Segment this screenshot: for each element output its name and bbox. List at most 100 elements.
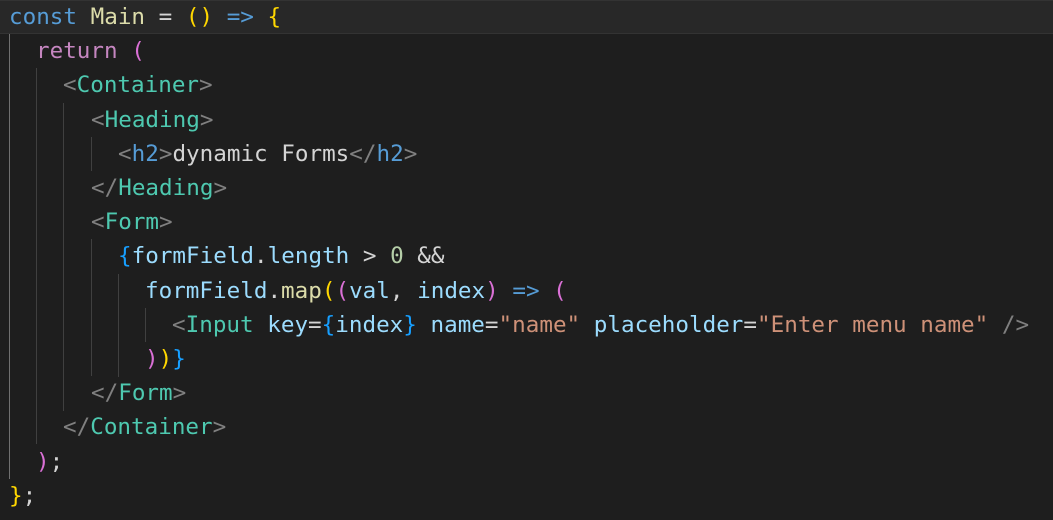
code-text: <Container> (63, 68, 213, 102)
code-token: { (321, 312, 336, 338)
code-token: Input (185, 312, 254, 338)
code-token: Form (118, 380, 173, 406)
code-token: index (335, 312, 404, 338)
code-token: , (389, 278, 418, 304)
code-line[interactable]: <Form> (0, 205, 1053, 239)
code-line[interactable]: </Form> (0, 376, 1053, 410)
code-token: < (63, 72, 77, 98)
code-token: { (267, 4, 282, 30)
code-token: } (9, 483, 23, 509)
code-line[interactable]: formField.map((val, index) => ( (0, 274, 1053, 308)
code-editor[interactable]: const Main = () => {return (<Container> <… (0, 0, 1053, 520)
code-text: ); (36, 445, 63, 479)
code-token: "Enter menu name" (757, 312, 989, 338)
code-token: Container (90, 414, 213, 440)
code-token: h2 (131, 141, 159, 167)
code-token: = (743, 312, 758, 338)
code-token: </ (91, 175, 119, 201)
code-token: > (199, 107, 214, 133)
code-token: ( (321, 278, 336, 304)
code-token: = (484, 312, 499, 338)
code-token: ) (158, 346, 173, 372)
code-token: = (145, 4, 186, 30)
code-token: > (349, 243, 391, 269)
code-line[interactable]: </Heading> (0, 171, 1053, 205)
code-token: ( (185, 4, 200, 30)
code-token: Heading (118, 175, 214, 201)
code-token: formField (145, 278, 268, 304)
code-token: formField (131, 243, 255, 269)
code-token: const (9, 4, 78, 30)
code-token: => (512, 278, 540, 304)
code-token: = (308, 312, 322, 338)
code-line[interactable]: <Input key={index} name="name" placehold… (0, 308, 1053, 342)
code-token: ) (199, 4, 214, 30)
code-token: key (267, 312, 309, 338)
code-text: {formField.length > 0 && (118, 239, 445, 273)
code-token: Heading (104, 107, 200, 133)
code-token: < (91, 209, 105, 235)
code-text: ))} (145, 342, 186, 376)
code-token: Form (104, 209, 160, 235)
code-token: Main (90, 4, 146, 30)
code-token: name (430, 312, 485, 338)
code-token: dynamic Forms (172, 141, 350, 167)
code-token: </ (63, 414, 91, 440)
code-line[interactable]: <h2>dynamic Forms</h2> (0, 137, 1053, 171)
code-token: > (159, 209, 173, 235)
code-token: </ (91, 380, 119, 406)
code-token: return (36, 38, 118, 64)
code-token: < (91, 107, 105, 133)
code-token: => (226, 4, 254, 30)
code-token: > (403, 141, 418, 167)
code-token: ( (335, 278, 350, 304)
code-token: > (172, 380, 187, 406)
code-token: length (267, 243, 350, 269)
code-line[interactable]: ); (0, 445, 1053, 479)
code-token: val (349, 278, 390, 304)
code-token: > (212, 414, 227, 440)
code-line[interactable]: {formField.length > 0 && (0, 239, 1053, 273)
code-text: </Heading> (91, 171, 227, 205)
code-line[interactable]: <Container> (0, 68, 1053, 102)
code-token: > (158, 141, 173, 167)
code-line[interactable]: const Main = () => { (0, 0, 1053, 34)
code-line[interactable]: <Heading> (0, 103, 1053, 137)
code-token: </ (349, 141, 377, 167)
code-token: ; (49, 449, 64, 475)
code-text: <h2>dynamic Forms</h2> (118, 137, 417, 171)
code-token: . (267, 278, 282, 304)
code-token: ) (36, 449, 50, 475)
code-token: "name" (498, 312, 581, 338)
code-text: const Main = () => { (9, 0, 281, 34)
code-token: { (118, 243, 132, 269)
code-token: . (254, 243, 268, 269)
code-text: <Form> (91, 205, 173, 239)
code-token: /> (1001, 312, 1030, 338)
code-line[interactable]: return ( (0, 34, 1053, 68)
code-token: h2 (376, 141, 404, 167)
code-text: <Heading> (91, 103, 213, 137)
code-token: } (172, 346, 186, 372)
code-token: && (403, 243, 445, 269)
code-line[interactable]: </Container> (0, 410, 1053, 444)
code-token: < (172, 312, 186, 338)
code-line[interactable]: }; (0, 479, 1053, 513)
code-token: ) (145, 346, 159, 372)
code-text: </Form> (91, 376, 186, 410)
code-token: < (118, 141, 132, 167)
code-token: placeholder (593, 312, 744, 338)
code-token: ( (131, 38, 145, 64)
code-line[interactable]: ))} (0, 342, 1053, 376)
code-token: ( (553, 278, 567, 304)
code-token: ; (22, 483, 37, 509)
